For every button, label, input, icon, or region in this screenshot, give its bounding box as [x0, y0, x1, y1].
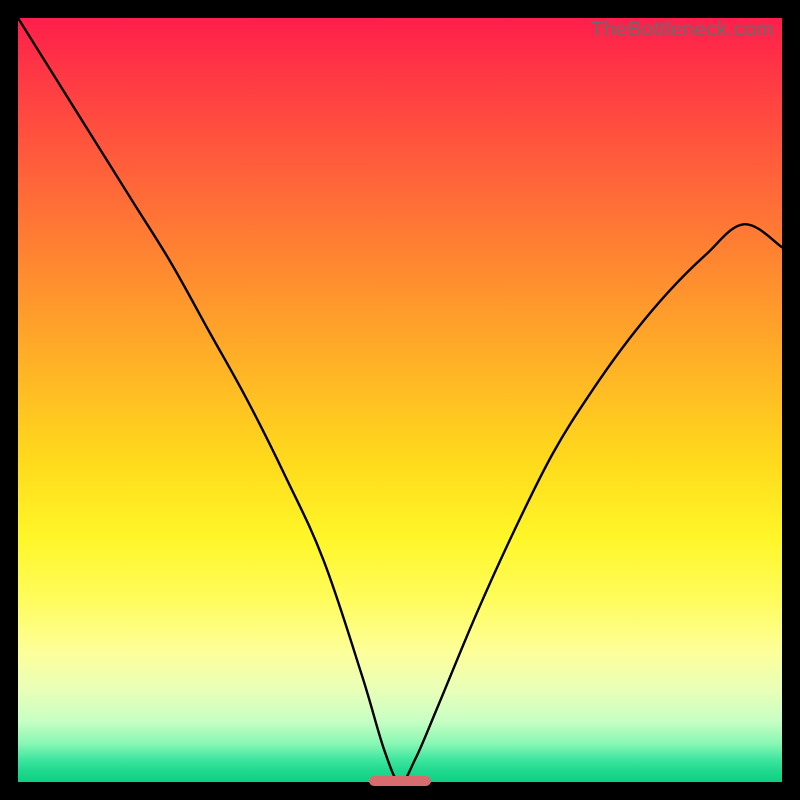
plot-area: TheBottleneck.com [18, 18, 782, 782]
bottleneck-curve [18, 18, 782, 782]
optimal-range-marker [369, 776, 430, 786]
chart-frame: TheBottleneck.com [0, 0, 800, 800]
